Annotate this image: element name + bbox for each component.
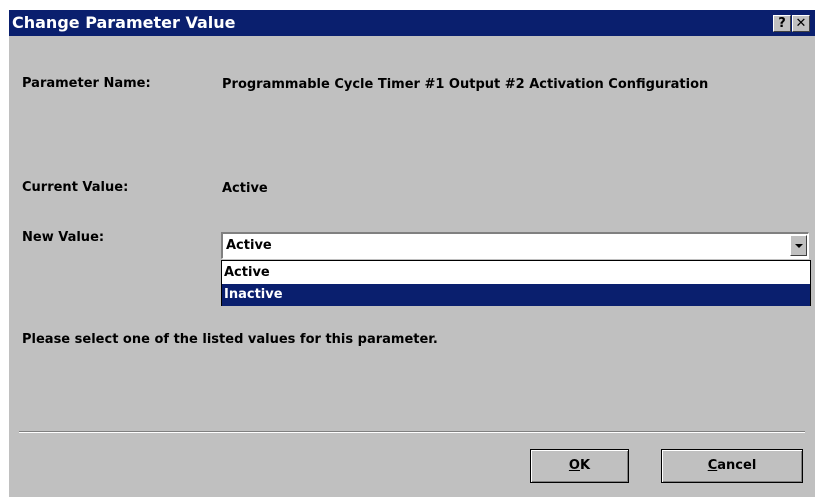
cancel-mnemonic: C <box>707 458 718 473</box>
change-parameter-dialog: Change Parameter Value ? ✕ Parameter Nam… <box>9 10 815 497</box>
ok-button[interactable]: OK <box>530 449 629 483</box>
ok-mnemonic: O <box>568 458 580 473</box>
cancel-label-rest: ancel <box>717 458 757 473</box>
current-value: Active <box>222 181 268 196</box>
dialog-title: Change Parameter Value <box>12 13 236 32</box>
instruction-text: Please select one of the listed values f… <box>22 332 438 347</box>
title-bar: Change Parameter Value ? ✕ <box>9 10 815 36</box>
cancel-button[interactable]: Cancel <box>661 449 803 483</box>
new-value-combobox[interactable]: Active <box>221 232 809 259</box>
ok-label-rest: K <box>579 458 591 473</box>
current-value-label: Current Value: <box>22 180 129 195</box>
divider-highlight <box>19 432 805 433</box>
dropdown-option-inactive[interactable]: Inactive <box>222 284 810 306</box>
parameter-name-label: Parameter Name: <box>22 76 151 91</box>
parameter-name-value: Programmable Cycle Timer #1 Output #2 Ac… <box>222 77 709 92</box>
combobox-selected-value: Active <box>226 238 272 253</box>
chevron-down-icon[interactable] <box>790 235 807 256</box>
close-icon[interactable]: ✕ <box>792 15 810 32</box>
help-icon[interactable]: ? <box>773 15 791 32</box>
new-value-label: New Value: <box>22 230 105 245</box>
dropdown-list: Active Inactive <box>221 260 811 306</box>
dropdown-option-active[interactable]: Active <box>222 262 810 284</box>
